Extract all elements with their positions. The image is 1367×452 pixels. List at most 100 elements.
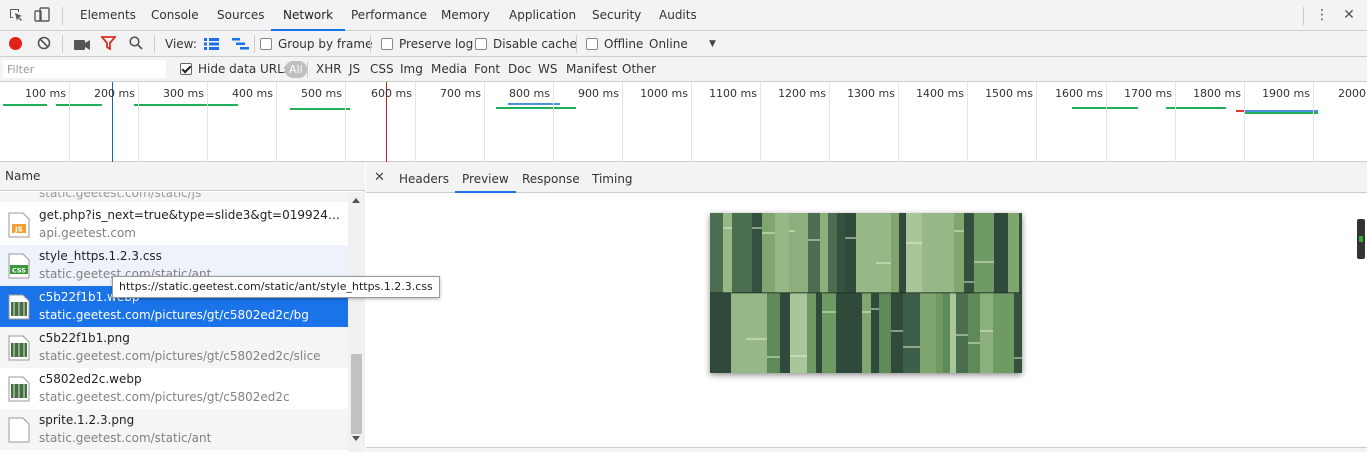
capture-screenshots-icon[interactable] (74, 38, 90, 56)
overview-bar (3, 104, 47, 106)
filter-type-img[interactable]: Img (400, 61, 423, 78)
preserve-log-checkbox[interactable]: Preserve log (381, 35, 473, 53)
list-item[interactable]: c5b22f1b1.png static.geetest.com/pictures… (0, 327, 348, 368)
tab-memory[interactable]: Memory (441, 0, 490, 31)
overview-gridline (760, 82, 761, 162)
request-domain: static.geetest.com/static/ant (39, 431, 212, 445)
tab-network[interactable]: Network (271, 0, 346, 31)
overview-tick-label: 700 ms (440, 87, 481, 100)
svg-text:CSS: CSS (12, 267, 26, 275)
search-icon[interactable] (129, 36, 143, 54)
throttling-select[interactable]: Online ▼ (649, 35, 716, 53)
network-overview[interactable]: 100 ms 200 ms 300 ms 400 ms 500 ms 600 ms 700 … (0, 82, 1367, 162)
overview-tick-label: 2000 (1338, 87, 1366, 100)
filter-type-all[interactable]: All (285, 61, 307, 78)
tab-response[interactable]: Response (522, 162, 580, 193)
overview-bar (496, 107, 576, 109)
js-file-icon: JS (8, 212, 30, 238)
scroll-down-icon[interactable] (352, 436, 360, 441)
device-toolbar-icon[interactable] (34, 7, 50, 23)
tab-security[interactable]: Security (592, 0, 641, 31)
overview-gridline (1036, 82, 1037, 162)
filter-type-font[interactable]: Font (474, 61, 500, 78)
clear-icon[interactable] (37, 36, 51, 54)
divider (62, 7, 63, 25)
tab-application[interactable]: Application (509, 0, 576, 31)
filter-type-ws[interactable]: WS (538, 61, 557, 78)
tab-console[interactable]: Console (151, 0, 199, 31)
tab-timing[interactable]: Timing (592, 162, 633, 193)
waterfall-icon[interactable] (232, 37, 249, 55)
list-item[interactable]: JS get.php?is_next=true&type=slide3&gt=01… (0, 204, 348, 245)
disable-cache-checkbox[interactable]: Disable cache (475, 35, 577, 53)
overview-tick-label: 100 ms (25, 87, 66, 100)
network-toolbar: View: Group by frame Preserve log Disabl… (0, 31, 1367, 57)
request-name: get.php?is_next=true&type=slide3&gt=0199… (39, 208, 347, 222)
filter-bar: Hide data URLs All XHR JS CSS Img Media … (0, 57, 1367, 82)
request-name: sprite.1.2.3.png (39, 413, 135, 427)
tab-preview[interactable]: Preview (455, 162, 516, 193)
column-header-name[interactable]: Name (0, 162, 365, 191)
overview-tick-label: 1400 ms (916, 87, 964, 100)
close-devtools-icon[interactable]: ✕ (1342, 7, 1356, 23)
list-item[interactable]: c5802ed2c.webp static.geetest.com/picture… (0, 368, 348, 409)
overview-gridline (1106, 82, 1107, 162)
large-rows-icon[interactable] (204, 37, 219, 55)
filter-type-doc[interactable]: Doc (508, 61, 531, 78)
overview-gridline (276, 82, 277, 162)
list-item[interactable]: static.geetest.com/static/js (0, 192, 348, 202)
overview-bar (134, 104, 238, 106)
svg-text:JS: JS (14, 226, 23, 234)
filter-icon[interactable] (100, 36, 117, 54)
overview-tick-label: 800 ms (509, 87, 550, 100)
overview-gridline (1175, 82, 1176, 162)
details-tabbar: ✕ Headers Preview Response Timing (366, 162, 1367, 193)
overview-tick-label: 1200 ms (778, 87, 826, 100)
record-icon[interactable] (9, 37, 22, 50)
list-item[interactable]: sprite.1.2.3.png static.geetest.com/stati… (0, 409, 348, 450)
filter-type-manifest[interactable]: Manifest (566, 61, 617, 78)
request-name: style_https.1.2.3.css (39, 249, 162, 263)
hide-data-urls-checkbox[interactable]: Hide data URLs (180, 61, 290, 78)
image-file-icon (8, 335, 30, 361)
filter-type-other[interactable]: Other (622, 61, 656, 78)
tab-sources[interactable]: Sources (217, 0, 264, 31)
filter-input[interactable] (2, 59, 167, 79)
image-preview (710, 213, 1022, 373)
inspect-element-icon[interactable] (8, 7, 24, 23)
filter-type-js[interactable]: JS (349, 61, 360, 78)
divider (576, 35, 577, 53)
overview-tick-label: 400 ms (232, 87, 273, 100)
request-name: c5802ed2c.webp (39, 372, 142, 386)
chevron-down-icon: ▼ (709, 39, 716, 49)
overview-bar (1072, 107, 1138, 109)
scroll-up-icon[interactable] (352, 198, 360, 203)
tab-performance[interactable]: Performance (351, 0, 427, 31)
overview-gridline (898, 82, 899, 162)
scrollbar-thumb[interactable] (351, 354, 362, 434)
overview-gridline (553, 82, 554, 162)
group-by-frame-checkbox[interactable]: Group by frame (260, 35, 372, 53)
overview-gridline (345, 82, 346, 162)
tab-headers[interactable]: Headers (399, 162, 449, 193)
overview-gridline (207, 82, 208, 162)
drawer-grip-icon[interactable] (1357, 219, 1365, 259)
overview-gridline (622, 82, 623, 162)
filter-type-media[interactable]: Media (431, 61, 467, 78)
overview-gridline (829, 82, 830, 162)
scrollbar[interactable] (348, 192, 365, 452)
request-domain: static.geetest.com/static/js (39, 192, 202, 200)
divider (154, 35, 155, 53)
offline-checkbox[interactable]: Offline (586, 35, 643, 53)
overview-tick-label: 1500 ms (985, 87, 1033, 100)
tab-audits[interactable]: Audits (659, 0, 697, 31)
filter-type-css[interactable]: CSS (370, 61, 394, 78)
more-options-icon[interactable]: ⋮ (1315, 7, 1329, 23)
request-name: c5b22f1b1.png (39, 331, 130, 345)
tab-elements[interactable]: Elements (80, 0, 136, 31)
filter-type-xhr[interactable]: XHR (316, 61, 342, 78)
overview-gridline (415, 82, 416, 162)
bamboo-image (710, 213, 1022, 373)
close-icon[interactable]: ✕ (374, 171, 385, 184)
request-domain: static.geetest.com/pictures/gt/c5802ed2c… (39, 308, 309, 322)
